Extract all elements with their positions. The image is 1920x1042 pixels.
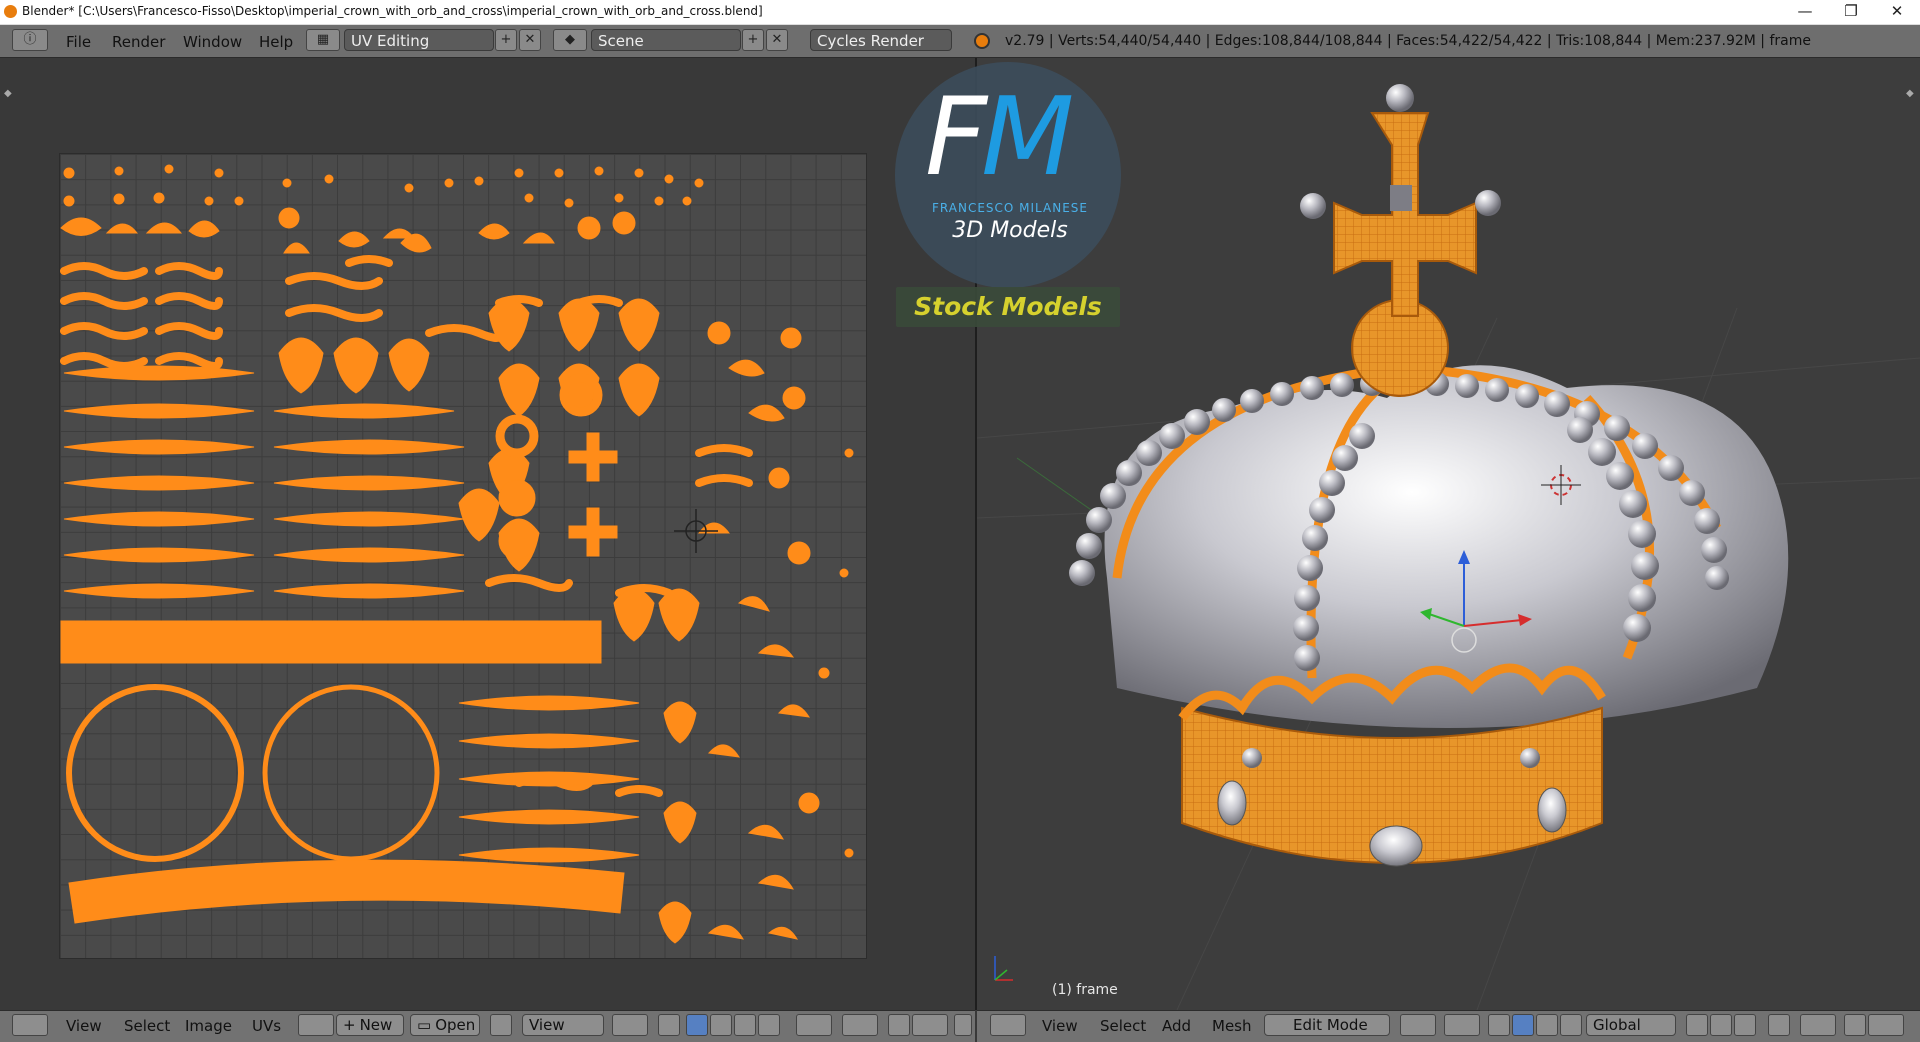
uv-island-cross [568, 432, 618, 482]
uv-island-lens-strips [63, 365, 640, 863]
editor-type-image-icon[interactable] [12, 1014, 48, 1036]
watermark-brand-name: FRANCESCO MILANESE [932, 201, 1088, 215]
new-image-button[interactable]: + New [336, 1014, 404, 1036]
uv-island-crescents [60, 217, 555, 254]
uv-island-large-ring [66, 684, 244, 862]
vertex-select-mode-icon[interactable] [1686, 1014, 1708, 1036]
occlude-geometry-icon[interactable] [1768, 1014, 1790, 1036]
3d-viewport[interactable] [977, 58, 1920, 1010]
logo-letter-f: F [925, 75, 987, 200]
proportional-edit-icon[interactable] [842, 1014, 878, 1036]
watermark-logo: FM [925, 75, 1074, 200]
vertex-select-icon[interactable] [686, 1014, 708, 1036]
tool-shelf-toggle-icon[interactable]: ◆ [4, 88, 12, 99]
new-image-label: New [359, 1016, 393, 1034]
close-button[interactable]: ✕ [1874, 0, 1920, 24]
scene-stats: v2.79 | Verts:54,440/54,440 | Edges:108,… [1005, 33, 1811, 49]
menu-file[interactable]: File [66, 33, 91, 51]
uv-menu-view[interactable]: View [66, 1017, 102, 1035]
face-select-mode-icon[interactable] [1734, 1014, 1756, 1036]
island-select-icon[interactable] [758, 1014, 780, 1036]
sticky-select-icon[interactable] [796, 1014, 832, 1036]
edge-select-mode-icon[interactable] [1710, 1014, 1732, 1036]
pin-icon[interactable] [490, 1014, 512, 1036]
translate-manipulator-icon[interactable] [1512, 1014, 1534, 1036]
manipulator-toggle-icon[interactable] [1488, 1014, 1510, 1036]
watermark-banner: Stock Models [914, 292, 1102, 321]
blender-icon [974, 33, 990, 49]
uv-island-band [60, 620, 602, 664]
uv-sync-icon[interactable] [658, 1014, 680, 1036]
remove-scene-icon[interactable]: ✕ [766, 29, 788, 51]
screen-layout-select[interactable]: UV Editing [344, 29, 494, 51]
scale-manipulator-icon[interactable] [1560, 1014, 1582, 1036]
logo-letter-m: M [981, 75, 1074, 200]
snap-element-icon[interactable] [1868, 1014, 1904, 1036]
screen-layout-icon[interactable]: ▦ [306, 29, 340, 51]
viewport-menu-view[interactable]: View [1042, 1017, 1078, 1035]
open-image-label: Open [435, 1016, 476, 1034]
viewport-shading-icon[interactable] [1400, 1014, 1436, 1036]
menu-help[interactable]: Help [259, 33, 293, 51]
uv-island-cross [568, 507, 618, 557]
watermark-subtitle: 3D Models [952, 218, 1068, 243]
blender-logo-icon [4, 5, 17, 18]
transform-orientation-select[interactable]: Global [1586, 1014, 1676, 1036]
uv-menu-uvs[interactable]: UVs [252, 1017, 281, 1035]
uv-island-ring [495, 414, 539, 458]
menu-render[interactable]: Render [112, 33, 165, 51]
uv-island-misc-blobs [697, 321, 854, 940]
uv-island-large-ring [262, 684, 440, 862]
view-mode-select[interactable]: View [522, 1014, 604, 1036]
proportional-editing-icon[interactable] [1800, 1014, 1836, 1036]
uv-2d-cursor-icon [674, 509, 718, 553]
viewport-menu-mesh[interactable]: Mesh [1212, 1017, 1252, 1035]
viewport-menu-select[interactable]: Select [1100, 1017, 1146, 1035]
pivot-icon[interactable] [612, 1014, 648, 1036]
uv-island-small-dots [63, 164, 704, 208]
edge-select-icon[interactable] [710, 1014, 732, 1036]
viewport-menu-add[interactable]: Add [1162, 1017, 1191, 1035]
mode-select[interactable]: Edit Mode [1264, 1014, 1390, 1036]
uv-menu-image[interactable]: Image [185, 1017, 232, 1035]
window-title: Blender* [C:\Users\Francesco-Fisso\Deskt… [22, 4, 763, 18]
uv-islands[interactable] [59, 153, 865, 957]
remove-layout-icon[interactable]: ✕ [519, 29, 541, 51]
scene-icon[interactable]: ◆ [553, 29, 587, 51]
minimize-button[interactable]: — [1782, 0, 1828, 24]
axis-gizmo-icon [994, 956, 1013, 981]
render-engine-select[interactable]: Cycles Render [810, 29, 952, 51]
open-image-button[interactable]: ▭ Open [410, 1014, 480, 1036]
uv-menu-select[interactable]: Select [124, 1017, 170, 1035]
rotate-manipulator-icon[interactable] [1536, 1014, 1558, 1036]
overflow-icon[interactable] [954, 1014, 972, 1036]
editor-type-info-icon[interactable]: ⓘ [12, 29, 48, 51]
add-layout-icon[interactable]: + [495, 29, 517, 51]
snap-toggle-icon[interactable] [1844, 1014, 1866, 1036]
snap-icon[interactable] [888, 1014, 910, 1036]
crown-model[interactable] [977, 58, 1920, 1010]
face-select-icon[interactable] [734, 1014, 756, 1036]
properties-toggle-icon[interactable]: ◆ [1906, 88, 1914, 99]
editor-type-3d-icon[interactable] [990, 1014, 1026, 1036]
snap-target-icon[interactable] [912, 1014, 948, 1036]
image-browse-icon[interactable] [298, 1014, 334, 1036]
uv-island-curved-band [68, 859, 625, 924]
menu-window[interactable]: Window [183, 33, 242, 51]
restore-button[interactable]: ❐ [1828, 0, 1874, 24]
pivot-point-icon[interactable] [1444, 1014, 1480, 1036]
window-title-bar: Blender* [C:\Users\Francesco-Fisso\Deskt… [0, 0, 1920, 25]
add-scene-icon[interactable]: + [742, 29, 764, 51]
frame-label: (1) frame [1052, 982, 1118, 998]
scene-select[interactable]: Scene [591, 29, 741, 51]
crown-cross [1300, 84, 1501, 317]
